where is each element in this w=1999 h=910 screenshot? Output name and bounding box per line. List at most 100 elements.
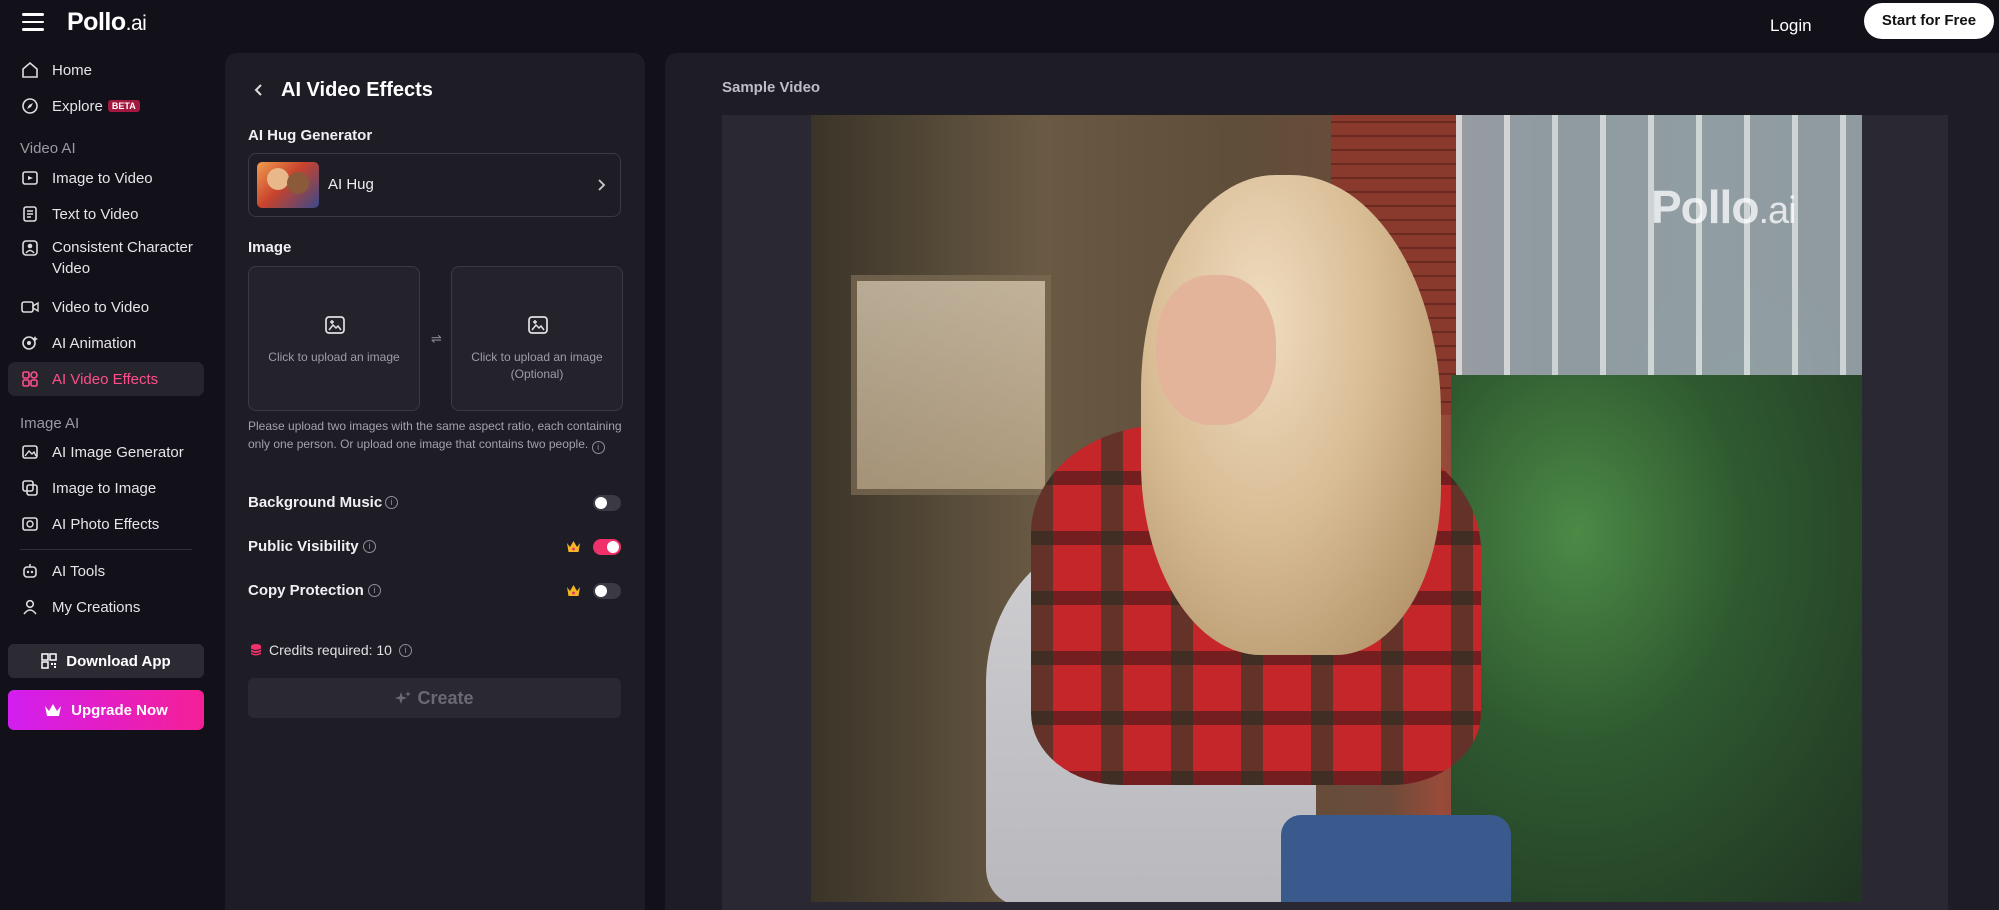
sidebar-item-ai-photo-effects[interactable]: AI Photo Effects (8, 507, 204, 541)
public-visibility-row: Public Visibility i (248, 536, 621, 558)
scene-shrubs (1451, 375, 1862, 902)
sidebar-item-label: AI Image Generator (52, 443, 184, 461)
upload-image-primary[interactable]: Click to upload an image (248, 266, 420, 411)
download-app-label: Download App (66, 652, 171, 670)
back-arrow-icon[interactable] (252, 83, 266, 97)
sidebar-item-label: AI Animation (52, 334, 137, 352)
sidebar-item-label: Consistent Character Video (52, 237, 193, 279)
sidebar-item-my-creations[interactable]: My Creations (8, 590, 204, 624)
sidebar-item-consistent-character-video[interactable]: Consistent Character Video (8, 233, 204, 277)
effect-thumbnail (257, 162, 319, 208)
background-music-toggle[interactable] (593, 495, 621, 511)
upload-optional-line-1: Click to upload an image (471, 350, 603, 364)
copy-protection-toggle[interactable] (593, 583, 621, 599)
public-visibility-label: Public Visibility (248, 538, 359, 555)
copy-protection-label: Copy Protection (248, 582, 364, 599)
preview-panel: Sample Video Pollo.ai (665, 53, 1999, 910)
sidebar-item-label: AI Video Effects (52, 370, 159, 388)
sample-video-frame[interactable]: Pollo.ai (722, 115, 1948, 910)
image-swap-icon (22, 480, 38, 496)
effects-settings-panel: AI Video Effects AI Hug Generator AI Hug… (225, 53, 645, 910)
sidebar-item-label: AI Tools (52, 562, 106, 580)
create-label: Create (417, 687, 474, 708)
copy-protection-row: Copy Protection i (248, 580, 621, 602)
info-icon[interactable]: i (591, 441, 605, 454)
video-watermark: Pollo.ai (1651, 180, 1797, 234)
sidebar-item-image-to-video[interactable]: Image to Video (8, 161, 204, 195)
upload-help-text: Please upload two images with the same a… (248, 417, 623, 454)
logo-suffix: .ai (125, 12, 147, 35)
logo[interactable]: Pollo.ai (67, 8, 147, 37)
credits-required: Credits required: 10 i (250, 642, 412, 658)
sidebar-item-label: AI Photo Effects (52, 515, 160, 533)
beta-badge: BETA (107, 100, 140, 112)
document-icon (23, 206, 37, 222)
sidebar-item-ai-animation[interactable]: AI Animation (8, 326, 204, 360)
section-label-video-ai: Video AI (20, 140, 76, 157)
sidebar-item-text-to-video[interactable]: Text to Video (8, 197, 204, 231)
image-upload-icon (325, 316, 345, 334)
upload-image-optional[interactable]: Click to upload an image (Optional) (451, 266, 623, 411)
chevron-right-icon (598, 179, 606, 191)
sidebar-item-home[interactable]: Home (8, 53, 204, 87)
background-music-label: Background Music (248, 494, 383, 511)
info-icon[interactable]: i (385, 496, 398, 509)
credits-coin-icon (250, 644, 262, 656)
watermark-suffix: .ai (1758, 190, 1796, 232)
person-frame-icon (22, 240, 38, 256)
hamburger-icon[interactable] (22, 13, 44, 31)
sidebar-item-label: My Creations (52, 598, 141, 616)
robot-icon (23, 564, 37, 578)
scene-window-left (851, 275, 1051, 495)
sidebar-item-label: Video to Video (52, 298, 150, 316)
sidebar-item-explore[interactable]: Explore BETA (8, 89, 204, 123)
sparkle-person-icon (22, 336, 38, 350)
crown-icon (567, 541, 580, 552)
section-label-image-ai: Image AI (20, 415, 80, 432)
info-icon[interactable]: i (368, 584, 381, 597)
sidebar-item-ai-video-effects[interactable]: AI Video Effects (8, 362, 204, 396)
effect-name: AI Hug (328, 176, 374, 193)
sidebar-item-label: Explore (52, 97, 103, 115)
sample-video[interactable]: Pollo.ai (811, 115, 1862, 902)
home-icon (22, 61, 38, 78)
toggle-knob (595, 497, 607, 509)
sidebar: Home Explore BETA Video AI Image to Vide… (0, 52, 214, 910)
label-line-2: Video (52, 260, 91, 277)
qr-code-icon (41, 653, 58, 669)
login-link[interactable]: Login (1770, 10, 1812, 42)
sidebar-divider (20, 549, 192, 550)
swap-icon[interactable]: ⇌ (431, 331, 442, 347)
crown-icon (45, 704, 62, 716)
image-upload-icon (528, 316, 548, 334)
label-line-1: Consistent Character (52, 239, 193, 256)
video-camera-icon (21, 301, 39, 313)
info-icon[interactable]: i (398, 643, 412, 657)
image-sparkle-icon (22, 445, 38, 459)
upgrade-now-button[interactable]: Upgrade Now (8, 690, 204, 730)
scene-window-right (1456, 115, 1862, 395)
sample-video-label: Sample Video (722, 79, 821, 96)
crown-icon (567, 585, 580, 596)
toggle-knob (607, 541, 619, 553)
image-label: Image (248, 239, 292, 256)
film-icon (22, 171, 38, 185)
sidebar-item-image-to-image[interactable]: Image to Image (8, 471, 204, 505)
sidebar-item-ai-tools[interactable]: AI Tools (8, 554, 204, 588)
toggle-knob (595, 585, 607, 597)
user-icon (23, 599, 37, 615)
help-text-content: Please upload two images with the same a… (248, 419, 622, 451)
sidebar-item-video-to-video[interactable]: Video to Video (8, 290, 204, 324)
compass-icon (22, 98, 38, 114)
scene-jeans (1281, 815, 1511, 902)
create-button[interactable]: Create (248, 678, 621, 718)
info-icon[interactable]: i (363, 540, 376, 553)
start-for-free-button[interactable]: Start for Free (1864, 3, 1994, 39)
sidebar-item-label: Text to Video (52, 205, 139, 223)
download-app-button[interactable]: Download App (8, 644, 204, 678)
public-visibility-toggle[interactable] (593, 539, 621, 555)
effect-selector[interactable]: AI Hug (248, 153, 621, 217)
sidebar-item-ai-image-generator[interactable]: AI Image Generator (8, 435, 204, 469)
background-music-row: Background Music i (248, 492, 621, 514)
generator-label: AI Hug Generator (248, 127, 373, 144)
